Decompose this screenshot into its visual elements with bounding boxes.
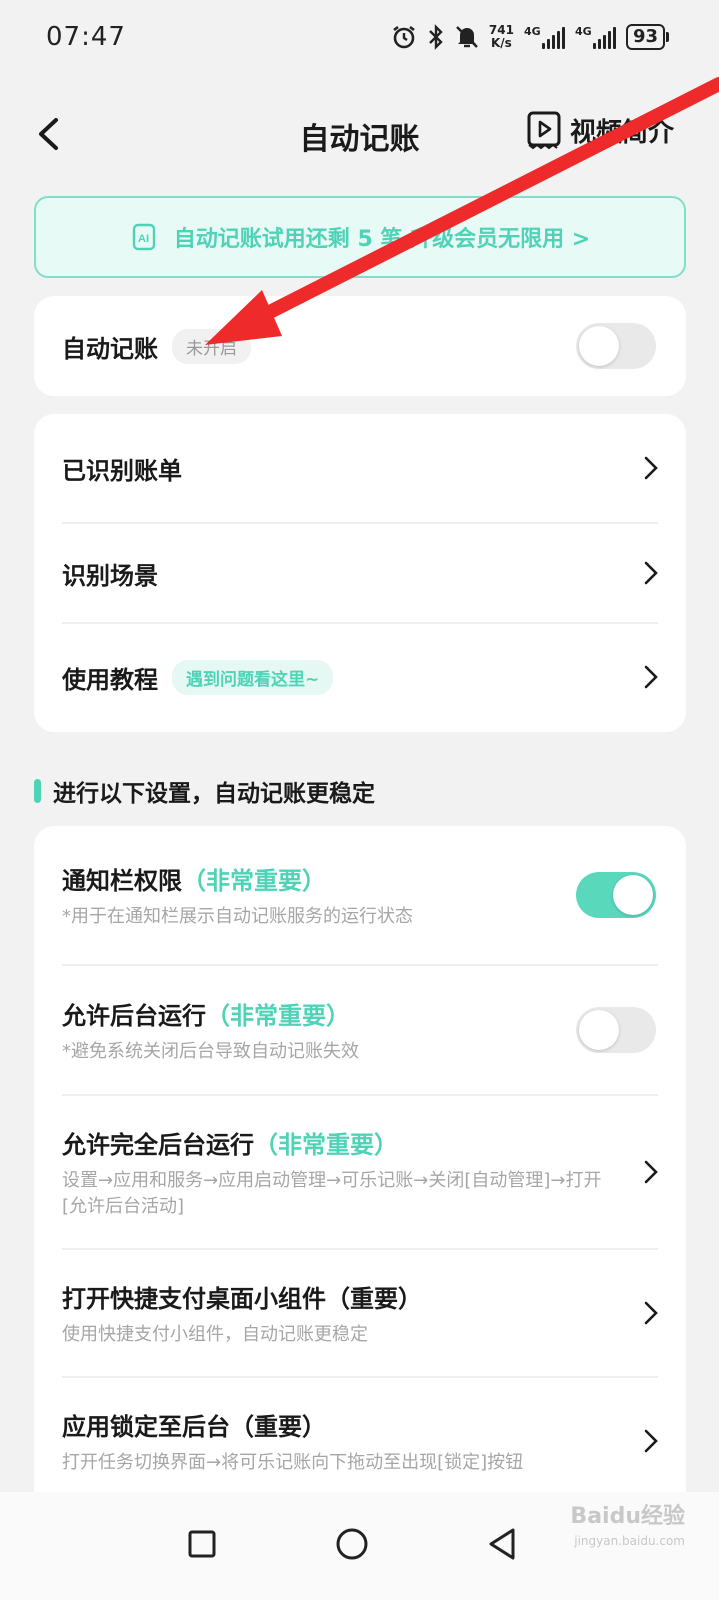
- section-accent-bar: [34, 779, 41, 803]
- status-icons: 741 K/s 4G 4G 93: [391, 22, 669, 52]
- system-nav-bar: Baidu经验 jingyan.baidu.com: [0, 1492, 719, 1600]
- auto-bookkeeping-toggle[interactable]: [576, 323, 656, 369]
- menu-item-recognized-bills[interactable]: 已识别账单: [34, 414, 686, 522]
- menu-item-tutorial[interactable]: 使用教程 遇到问题看这里~: [34, 624, 686, 730]
- menu-card: 已识别账单 识别场景 使用教程 遇到问题看这里~: [34, 414, 686, 732]
- signal-icon: 4G: [524, 25, 565, 49]
- back-nav-button[interactable]: [472, 1514, 532, 1574]
- setting-title: 允许完全后台运行: [62, 1130, 254, 1159]
- menu-item-label: 识别场景: [62, 561, 158, 590]
- circle-icon: [336, 1528, 368, 1560]
- setting-importance: （非常重要）: [254, 1130, 398, 1159]
- alarm-icon: [391, 24, 417, 50]
- menu-item-label: 使用教程: [62, 665, 158, 694]
- chevron-right-icon: [644, 665, 658, 689]
- watermark-sub: jingyan.baidu.com: [574, 1534, 685, 1548]
- ai-document-icon: AI: [132, 223, 155, 251]
- setting-title: 打开快捷支付桌面小组件（重要）: [62, 1284, 422, 1313]
- chevron-right-icon: [644, 1429, 658, 1453]
- section-header: 进行以下设置，自动记账更稳定: [34, 774, 375, 808]
- setting-title: 通知栏权限: [62, 866, 182, 895]
- auto-bookkeeping-card: 自动记账 未开启: [34, 296, 686, 396]
- setting-title: 允许后台运行: [62, 1001, 206, 1030]
- promo-text: 自动记账试用还剩 5 笔 升级会员无限用 >: [173, 227, 591, 252]
- setting-lock-app[interactable]: 应用锁定至后台（重要） 打开任务切换界面→将可乐记账向下拖动至出现[锁定]按钮: [34, 1378, 686, 1504]
- net-speed-unit: K/s: [490, 36, 512, 50]
- sim1-label: 4G: [523, 25, 541, 38]
- menu-item-scenes[interactable]: 识别场景: [34, 524, 686, 622]
- home-button[interactable]: [322, 1514, 382, 1574]
- svg-text:AI: AI: [138, 233, 149, 245]
- video-intro-button[interactable]: 视频简介: [526, 110, 674, 150]
- notification-permission-toggle[interactable]: [576, 872, 656, 918]
- settings-card: 通知栏权限 （非常重要） *用于在通知栏展示自动记账服务的运行状态 允许后台运行…: [34, 826, 686, 1526]
- header: 自动记账 视频简介: [0, 96, 719, 176]
- auto-bookkeeping-row: 自动记账 未开启: [34, 296, 686, 396]
- setting-importance: （非常重要）: [182, 866, 326, 895]
- sim2-label: 4G: [574, 25, 592, 38]
- watermark: Baidu经验: [570, 1504, 685, 1529]
- mute-icon: [455, 24, 479, 50]
- signal-icon-2: 4G: [575, 25, 616, 49]
- setting-desc: 打开任务切换界面→将可乐记账向下拖动至出现[锁定]按钮: [62, 1451, 524, 1473]
- setting-background-run[interactable]: 允许后台运行 （非常重要） *避免系统关闭后台导致自动记账失效: [34, 966, 686, 1094]
- status-badge: 未开启: [172, 328, 251, 364]
- square-icon: [188, 1530, 216, 1558]
- setting-title: 应用锁定至后台（重要）: [62, 1412, 326, 1441]
- setting-importance: （非常重要）: [206, 1001, 350, 1030]
- chevron-right-icon: [644, 456, 658, 480]
- video-intro-label: 视频简介: [570, 117, 675, 148]
- setting-full-background-run[interactable]: 允许完全后台运行 （非常重要） 设置→应用和服务→应用启动管理→可乐记账→关闭[…: [34, 1096, 686, 1248]
- setting-quick-pay-widget[interactable]: 打开快捷支付桌面小组件（重要） 使用快捷支付小组件，自动记账更稳定: [34, 1250, 686, 1376]
- battery-level: 93: [625, 24, 665, 50]
- chevron-right-icon: [644, 561, 658, 585]
- setting-desc: *用于在通知栏展示自动记账服务的运行状态: [62, 905, 413, 927]
- auto-bookkeeping-label: 自动记账: [62, 334, 158, 363]
- status-bar: 07:47 741 K/s 4G 4G 93: [0, 0, 719, 76]
- setting-desc: 使用快捷支付小组件，自动记账更稳定: [62, 1323, 368, 1345]
- status-time: 07:47: [46, 22, 126, 52]
- background-run-toggle[interactable]: [576, 1007, 656, 1053]
- setting-desc: *避免系统关闭后台导致自动记账失效: [62, 1040, 359, 1062]
- setting-notification-permission[interactable]: 通知栏权限 （非常重要） *用于在通知栏展示自动记账服务的运行状态: [34, 826, 686, 964]
- video-icon: [527, 111, 561, 150]
- recents-button[interactable]: [172, 1514, 232, 1574]
- section-title: 进行以下设置，自动记账更稳定: [53, 781, 375, 807]
- bluetooth-icon: [427, 24, 445, 50]
- help-badge: 遇到问题看这里~: [172, 659, 334, 695]
- setting-desc: 设置→应用和服务→应用启动管理→可乐记账→关闭[自动管理]→打开[允许后台活动]: [62, 1169, 602, 1217]
- chevron-right-icon: [644, 1301, 658, 1325]
- chevron-right-icon: [644, 1160, 658, 1184]
- triangle-back-icon: [489, 1528, 515, 1560]
- promo-banner[interactable]: AI 自动记账试用还剩 5 笔 升级会员无限用 >: [34, 196, 686, 278]
- menu-item-label: 已识别账单: [62, 456, 182, 485]
- net-speed: 741 K/s: [489, 24, 514, 50]
- battery-icon: 93: [625, 24, 669, 50]
